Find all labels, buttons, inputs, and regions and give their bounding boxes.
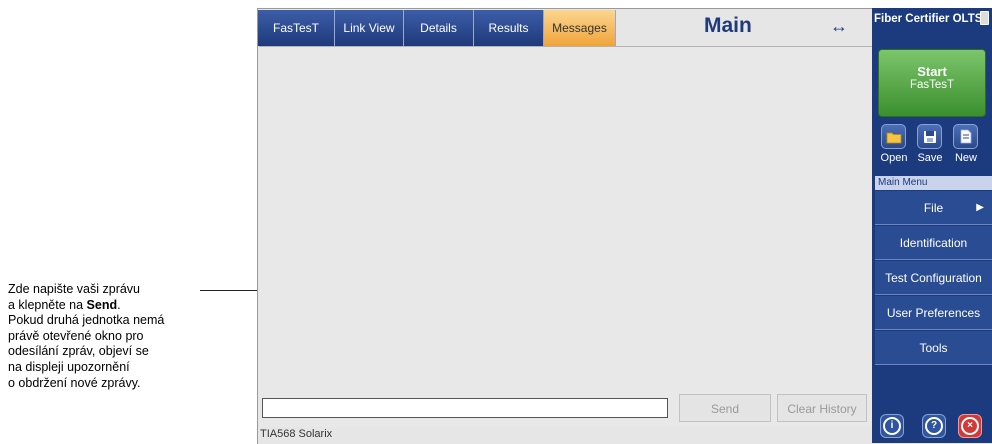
- menu-item-test-configuration[interactable]: Test Configuration: [875, 261, 992, 295]
- menu-item-label: File: [923, 201, 944, 215]
- new-button[interactable]: [953, 124, 978, 149]
- tab-fastest[interactable]: FasTesT: [258, 10, 335, 46]
- app-title: Fiber Certifier OLTS: [874, 13, 983, 25]
- open-button[interactable]: [881, 124, 906, 149]
- annotation-send-word: Send: [86, 297, 118, 312]
- tab-link-view[interactable]: Link View: [335, 10, 404, 46]
- battery-icon: [980, 11, 989, 25]
- tab-details[interactable]: Details: [404, 10, 474, 46]
- new-label: New: [954, 152, 977, 164]
- tab-messages[interactable]: Messages: [544, 10, 616, 46]
- clear-history-button[interactable]: Clear History: [777, 394, 867, 422]
- start-label: Start: [917, 64, 947, 79]
- help-button[interactable]: ?: [922, 414, 946, 438]
- annotation-line: Pokud druhá jednotka nemá: [8, 313, 165, 328]
- menu-item-tools[interactable]: Tools: [875, 331, 992, 365]
- menu-item-file[interactable]: File ▶: [875, 191, 992, 225]
- save-label: Save: [917, 152, 943, 164]
- document-icon: [960, 129, 971, 144]
- annotation-line: na displeji upozornění: [8, 359, 130, 374]
- open-label: Open: [880, 152, 908, 164]
- submenu-arrow-icon: ▶: [976, 202, 984, 213]
- menu-item-identification[interactable]: Identification: [875, 226, 992, 260]
- info-button[interactable]: i: [880, 414, 904, 438]
- message-input[interactable]: [262, 398, 668, 418]
- send-button[interactable]: Send: [679, 394, 771, 422]
- close-icon: ×: [961, 417, 979, 435]
- floppy-icon: [923, 130, 936, 143]
- folder-icon: [886, 132, 901, 143]
- tab-results[interactable]: Results: [474, 10, 544, 46]
- annotation-line: právě otevřené okno pro: [8, 328, 144, 343]
- start-sublabel: FasTesT: [909, 79, 955, 91]
- annotation-text: a klepněte na: [8, 297, 87, 312]
- annotation-line: a klepněte na Send.: [8, 298, 218, 314]
- info-icon: i: [883, 417, 901, 435]
- save-button[interactable]: [917, 124, 942, 149]
- expand-arrow-icon[interactable]: ↔: [830, 16, 848, 37]
- main-menu-header: Main Menu: [875, 176, 992, 190]
- menu-item-user-preferences[interactable]: User Preferences: [875, 296, 992, 330]
- exit-button[interactable]: ×: [958, 414, 982, 438]
- messages-history-area: [259, 46, 872, 427]
- help-icon: ?: [925, 417, 943, 435]
- start-fastest-button[interactable]: Start FasTesT: [878, 49, 986, 117]
- annotation-callout: Zde napište vaši zprávu a klepněte na Se…: [8, 282, 218, 391]
- annotation-line: Zde napište vaši zprávu: [8, 282, 141, 296]
- annotation-period: .: [117, 297, 121, 312]
- annotation-line: odesílání zpráv, objeví se: [8, 344, 149, 359]
- tab-bar: FasTesT Link View Details Results Messag…: [258, 10, 616, 46]
- status-standard: TIA568 Solarix: [260, 428, 333, 440]
- page-title: Main: [704, 14, 752, 37]
- annotation-line: o obdržení nové zprávy.: [8, 375, 141, 390]
